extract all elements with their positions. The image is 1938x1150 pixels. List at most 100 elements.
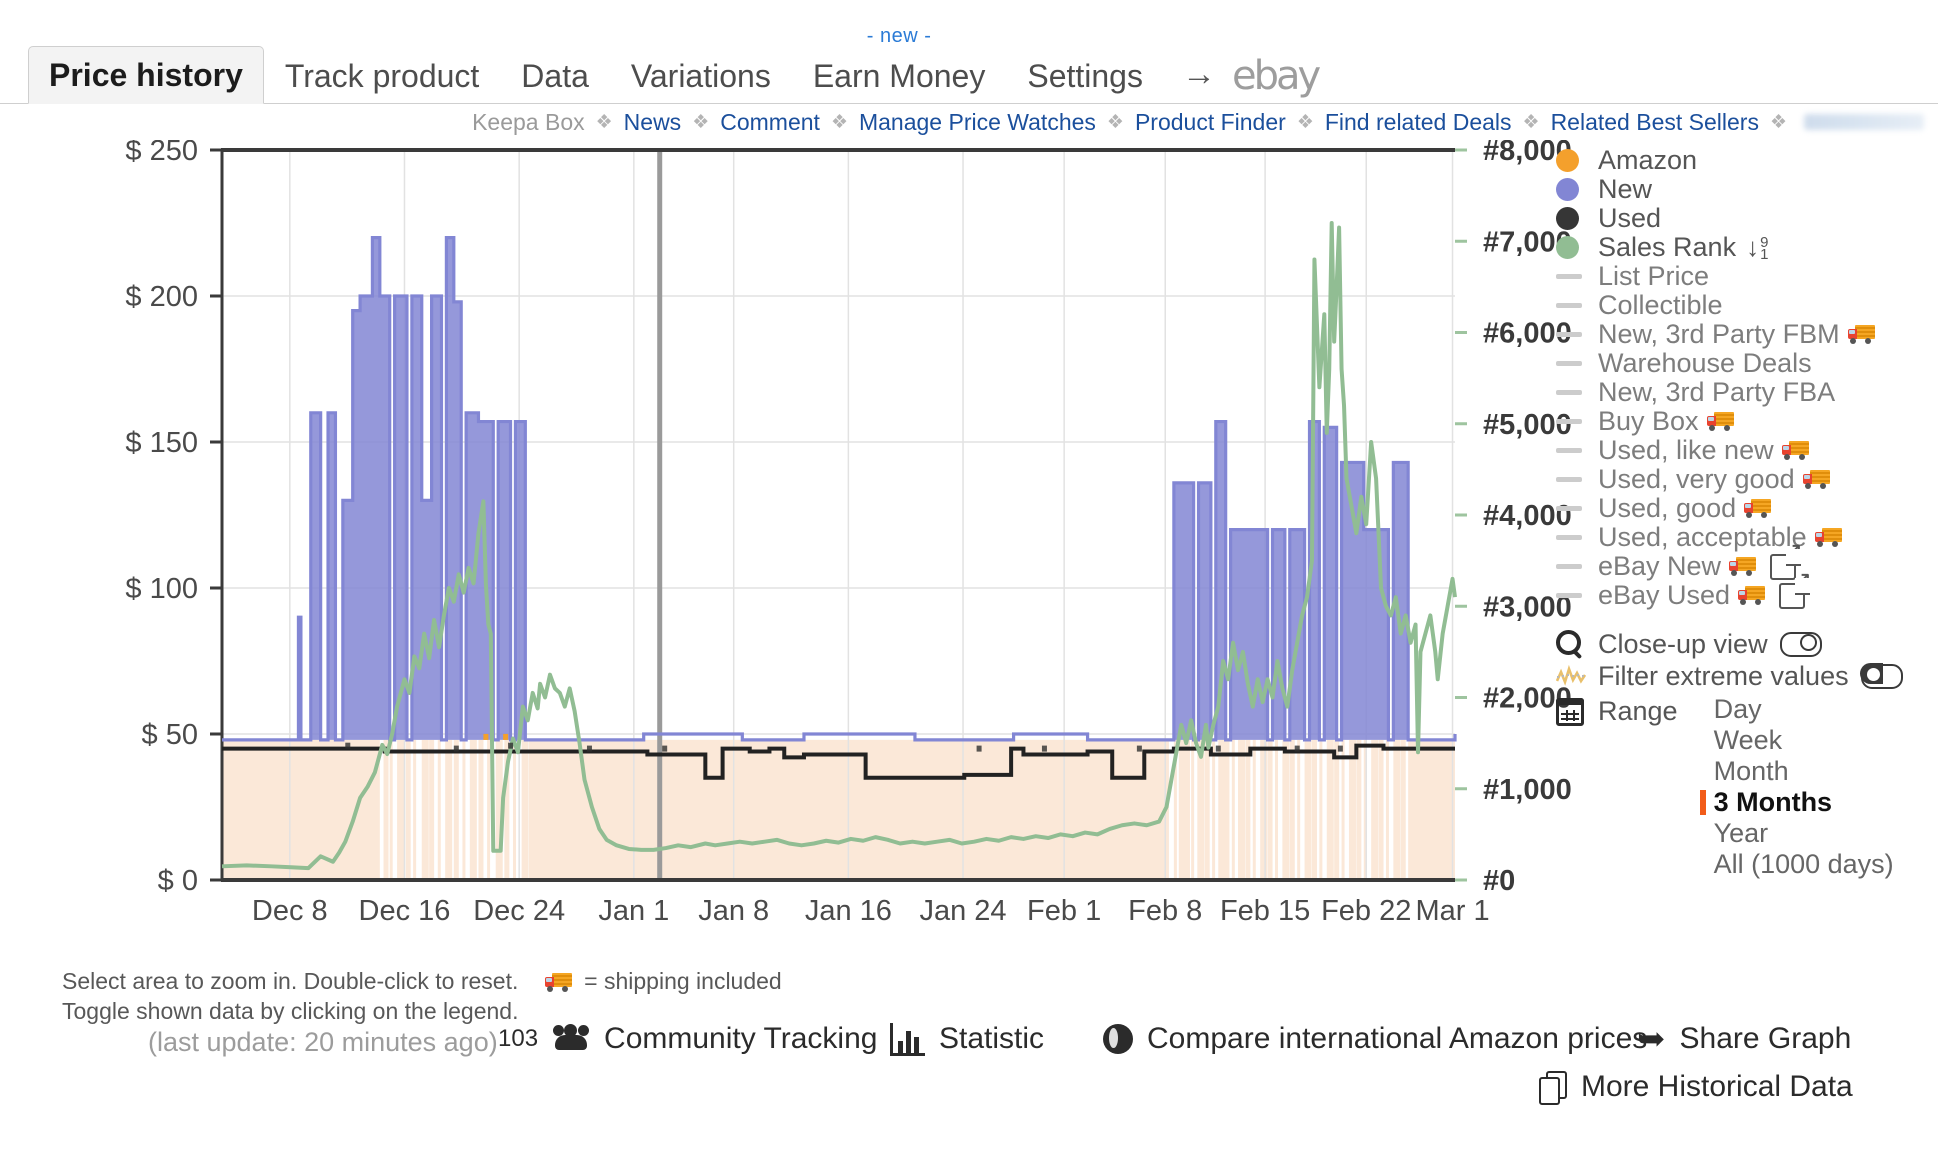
people-icon bbox=[552, 1024, 590, 1054]
chart-hint: Select area to zoom in. Double-click to … bbox=[62, 966, 782, 1026]
subnav-item-product-finder[interactable]: Product Finder bbox=[1135, 109, 1286, 136]
legend-color-dash bbox=[1556, 448, 1598, 453]
tab-data[interactable]: Data bbox=[500, 47, 610, 104]
legend-item-label: eBay New bbox=[1598, 551, 1722, 581]
svg-text:Feb 15: Feb 15 bbox=[1220, 895, 1310, 927]
legend-color-dash bbox=[1556, 535, 1598, 540]
statistic-label: Statistic bbox=[939, 1022, 1045, 1055]
more-historical-data-button[interactable]: More Historical Data bbox=[1539, 1070, 1853, 1105]
compare-label: Compare international Amazon prices bbox=[1147, 1022, 1648, 1055]
svg-text:$ 250: $ 250 bbox=[125, 140, 198, 167]
external-link-icon[interactable] bbox=[1779, 569, 1812, 609]
legend-item-label: Sales Rank bbox=[1598, 232, 1737, 262]
subnav-separator-icon: ❖ bbox=[1106, 111, 1124, 133]
community-tracking-button[interactable]: 103 Community Tracking bbox=[498, 1022, 877, 1056]
legend-color-dot bbox=[1556, 178, 1598, 201]
legend-item-used[interactable]: Used bbox=[1556, 204, 1938, 233]
closeup-view-row[interactable]: Close-up view bbox=[1556, 628, 1938, 660]
svg-text:$ 150: $ 150 bbox=[125, 427, 198, 459]
legend-color-dash bbox=[1556, 390, 1598, 395]
subnav-separator-icon: ❖ bbox=[1769, 111, 1787, 133]
legend-color-dash bbox=[1556, 274, 1598, 279]
ebay-logo[interactable]: ebay bbox=[1230, 54, 1336, 104]
legend-item-new[interactable]: New bbox=[1556, 175, 1938, 204]
legend-item-collectible[interactable]: Collectible bbox=[1556, 291, 1938, 320]
new-badge: - new - bbox=[866, 25, 932, 47]
filter-extreme-values-row[interactable]: Filter extreme values bbox=[1556, 660, 1938, 692]
bar-chart-icon bbox=[890, 1022, 925, 1056]
subnav-item-manage-price-watches[interactable]: Manage Price Watches bbox=[859, 109, 1096, 136]
legend-item-ebay-used[interactable]: eBay Used bbox=[1556, 569, 1938, 610]
legend-item-label: Amazon bbox=[1598, 145, 1698, 175]
share-label: Share Graph bbox=[1679, 1022, 1852, 1055]
compare-international-prices-button[interactable]: Compare international Amazon prices bbox=[1103, 1022, 1647, 1056]
closeup-view-toggle[interactable] bbox=[1779, 631, 1822, 657]
subnav-item-related-best-sellers[interactable]: Related Best Sellers bbox=[1551, 109, 1759, 136]
last-update-label: (last update: 20 minutes ago) bbox=[148, 1027, 498, 1057]
filter-extreme-values-toggle[interactable] bbox=[1860, 663, 1903, 689]
range-option-day[interactable]: Day bbox=[1700, 694, 1894, 725]
subnav-item-news[interactable]: News bbox=[624, 109, 682, 136]
svg-text:#0: #0 bbox=[1483, 865, 1515, 897]
copy-pages-icon bbox=[1539, 1071, 1567, 1105]
legend-item-used-very-good[interactable]: Used, very good bbox=[1556, 465, 1938, 494]
legend-item-list-price[interactable]: List Price bbox=[1556, 262, 1938, 291]
shipping-truck-icon bbox=[1729, 557, 1757, 576]
range-option-all-1000-days[interactable]: All (1000 days) bbox=[1700, 849, 1894, 880]
legend-item-used-like-new[interactable]: Used, like new bbox=[1556, 436, 1938, 465]
range-option-3-months[interactable]: 3 Months bbox=[1699, 787, 1894, 818]
legend-item-sales-rank[interactable]: Sales Rank ↓ 9 1 bbox=[1556, 232, 1938, 263]
tab-label: Track product bbox=[284, 58, 480, 94]
svg-text:$ 100: $ 100 bbox=[125, 573, 198, 605]
subnav-redacted-item[interactable] bbox=[1804, 114, 1924, 130]
sub-navigation: Keepa Box ❖ News ❖ Comment ❖ Manage Pric… bbox=[0, 104, 1938, 140]
legend-item-used-acceptable[interactable]: Used, acceptable bbox=[1556, 523, 1938, 552]
legend-color-dot bbox=[1556, 236, 1598, 259]
legend-item-ebay-new[interactable]: eBay New bbox=[1556, 540, 1938, 581]
tab-earn-money[interactable]: - new - Earn Money bbox=[792, 25, 1007, 104]
range-selector: Range Day Week Month 3 Months Year All (1000 d… bbox=[1556, 694, 1938, 880]
legend-color-dash bbox=[1556, 361, 1598, 366]
legend-item-new-3rd-party-fba[interactable]: New, 3rd Party FBA bbox=[1556, 378, 1938, 407]
range-option-year[interactable]: Year bbox=[1700, 818, 1894, 849]
legend-item-warehouse-deals[interactable]: Warehouse Deals bbox=[1556, 349, 1938, 378]
legend-item-buy-box[interactable]: Buy Box bbox=[1556, 407, 1938, 436]
hint-shipping-text: = shipping included bbox=[584, 968, 782, 994]
svg-text:$ 50: $ 50 bbox=[142, 719, 198, 751]
share-graph-button[interactable]: ➥ Share Graph bbox=[1637, 1022, 1851, 1056]
range-option-week[interactable]: Week bbox=[1700, 725, 1894, 756]
legend-item-label: List Price bbox=[1598, 261, 1710, 291]
legend-item-new-3rd-party-fbm[interactable]: New, 3rd Party FBM bbox=[1556, 320, 1938, 349]
shipping-truck-icon bbox=[1738, 586, 1766, 605]
tab-label: Data bbox=[521, 58, 589, 94]
legend-item-label: Used, good bbox=[1598, 493, 1737, 523]
svg-text:Dec 8: Dec 8 bbox=[252, 895, 328, 927]
legend-item-label: New, 3rd Party FBM bbox=[1598, 319, 1840, 349]
calendar-icon bbox=[1556, 698, 1598, 726]
legend-item-used-good[interactable]: Used, good bbox=[1556, 494, 1938, 523]
subnav-item-find-related-deals[interactable]: Find related Deals bbox=[1325, 109, 1512, 136]
tab-list: Price history Track product Data Variati… bbox=[28, 25, 1336, 104]
share-arrow-icon: ➥ bbox=[1637, 1020, 1666, 1058]
tab-track-product[interactable]: Track product bbox=[264, 47, 500, 104]
hint-zoom-text: Select area to zoom in. Double-click to … bbox=[62, 968, 519, 994]
legend-color-dash bbox=[1556, 506, 1598, 511]
range-option-month[interactable]: Month bbox=[1700, 756, 1894, 787]
tab-price-history[interactable]: Price history bbox=[28, 46, 264, 104]
shipping-truck-icon bbox=[544, 973, 572, 992]
svg-text:Jan 8: Jan 8 bbox=[698, 895, 769, 927]
tab-label: Variations bbox=[630, 58, 771, 94]
legend-item-label: Used, very good bbox=[1598, 464, 1795, 494]
waveform-icon bbox=[1556, 664, 1598, 688]
shipping-truck-icon bbox=[1847, 325, 1875, 344]
statistic-button[interactable]: Statistic bbox=[890, 1022, 1044, 1056]
shipping-truck-icon bbox=[1744, 499, 1772, 518]
legend-color-dash bbox=[1556, 593, 1598, 598]
tab-variations[interactable]: Variations bbox=[610, 47, 792, 104]
legend-item-amazon[interactable]: Amazon bbox=[1556, 146, 1938, 175]
sales-rank-sort-icon[interactable]: ↓ 9 1 bbox=[1746, 232, 1768, 263]
subnav-separator-icon: ❖ bbox=[830, 111, 848, 133]
subnav-item-comment[interactable]: Comment bbox=[720, 109, 820, 136]
legend-color-dash bbox=[1556, 303, 1598, 308]
tab-settings[interactable]: Settings bbox=[1006, 47, 1164, 104]
